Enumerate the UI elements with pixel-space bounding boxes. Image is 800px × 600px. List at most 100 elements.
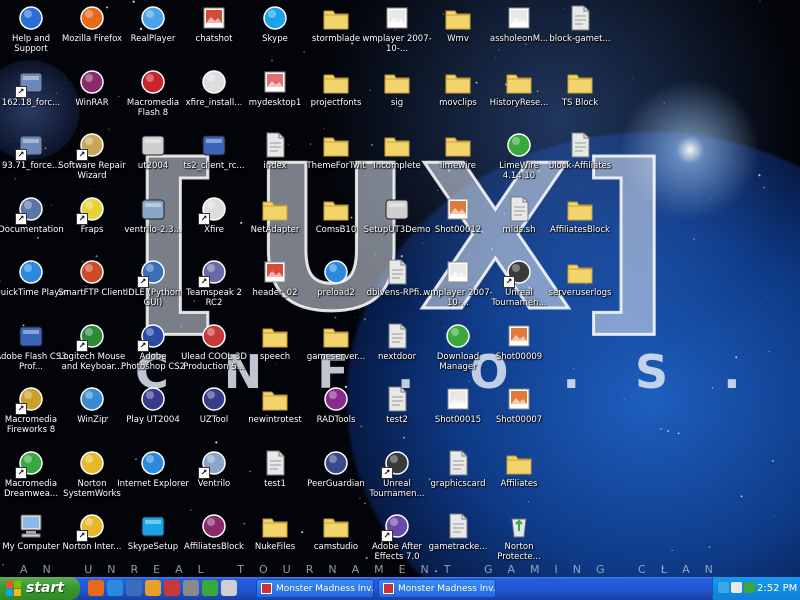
desktop-icon[interactable]: Affiliates [482,447,556,509]
star [768,350,770,353]
desktop-icon[interactable]: TS Block [543,66,617,128]
desktop-icon[interactable]: Shot00009 [482,320,556,382]
star [711,387,714,389]
folder-icon [505,449,533,477]
shortcut-arrow-icon: ↗ [76,339,88,352]
fireworks-icon: ↗ [15,385,45,415]
shortcut-arrow-icon: ↗ [76,212,88,225]
shortcut-icon: ↗ [15,68,45,98]
xfire-icon [200,68,228,96]
window-app-icon [383,583,394,594]
python-icon: ↗ [137,258,167,288]
desktop-icon-label: Affiliates [500,478,538,489]
taskbar-window-button[interactable]: Monster Madness Inv... [256,579,374,598]
shortcut-arrow-icon: ↗ [198,212,210,225]
star [773,514,776,517]
realplayer-icon [139,4,167,32]
taskbar-window-label: Monster Madness Inv... [398,584,496,594]
photoshop-icon: ↗ [137,322,167,352]
smartftp-icon [78,258,106,286]
star [763,186,765,189]
clock[interactable]: 2:52 PM [757,577,797,600]
star [650,353,653,356]
taskbar-window-button[interactable]: Monster Madness Inv... [378,579,496,598]
quick-launch-ie-icon[interactable] [107,580,123,596]
document-icon [383,258,411,286]
star [623,399,625,401]
star [708,546,711,548]
desktop-icon[interactable]: serveruserlogs [543,256,617,318]
desktop-icon[interactable]: Shot00007 [482,383,556,445]
quick-launch-firefox-icon[interactable] [88,580,104,596]
teamspeak-icon: ↗ [198,258,228,288]
taskbar: start Monster Madness Inv... Monster Madn… [0,577,800,600]
desktop-icon[interactable]: Norton Protecte... [482,510,556,572]
star [660,428,662,430]
image-file-icon [444,258,472,286]
image-file-icon [505,4,533,32]
security-icon[interactable] [744,582,755,593]
text-file-icon [566,131,594,159]
folder-icon [322,68,350,96]
quick-launch-app-icon[interactable] [221,580,237,596]
folder-icon [322,512,350,540]
wizard-icon: ↗ [76,131,106,161]
ie-icon [139,449,167,477]
desktop-icon[interactable]: block-Affiliates [543,129,617,191]
desktop-icon-label: block-gamet... [549,34,611,44]
image-file-icon [505,322,533,350]
folder-icon [444,4,472,32]
text-file-icon [383,322,411,350]
folder-icon [322,195,350,223]
shortcut-arrow-icon: ↗ [15,212,27,225]
desktop-icon-label: TS Block [561,97,599,108]
folder-icon [383,131,411,159]
shortcut-arrow-icon: ↗ [15,149,27,161]
fraps-icon: ↗ [76,195,106,225]
desktop-icon-label: block-Affiliates [548,161,612,171]
my-computer-icon [17,512,45,540]
volume-icon[interactable] [731,582,742,593]
window-app-icon [261,583,272,594]
star [735,356,738,359]
quicktime-icon [17,258,45,286]
system-tray: 2:52 PM [712,577,800,600]
folder-icon [566,68,594,96]
star [767,296,768,298]
star [641,237,643,239]
windows-logo-icon [6,581,21,596]
star [714,327,716,329]
shortcut-arrow-icon: ↗ [137,339,149,352]
installer-icon [139,512,167,540]
desktop-icon[interactable]: block-gamet... [543,2,617,64]
image-file-icon [444,385,472,413]
help-icon [17,4,45,32]
desktop-icon-label: AffiliatesBlock [550,224,610,235]
quick-launch-app-icon[interactable] [183,580,199,596]
quick-launch-media-player-icon[interactable] [145,580,161,596]
start-label: start [26,580,65,596]
folder-icon [444,131,472,159]
quick-launch-show-desktop-icon[interactable] [126,580,142,596]
recycle-bin-icon [505,512,533,540]
shortcut-arrow-icon: ↗ [15,466,27,479]
radtools-icon [322,385,350,413]
skype-icon [261,4,289,32]
network-icon[interactable] [718,582,729,593]
desktop-icon[interactable]: AffiliatesBlock [543,193,617,255]
desktop-icon-label: Shot00007 [495,415,543,425]
star [771,459,774,463]
shortcut-arrow-icon: ↗ [198,276,210,288]
documentation-icon: ↗ [15,195,45,225]
unreal-icon [139,385,167,413]
flash-icon [139,68,167,96]
norton-icon [78,449,106,477]
folder-icon [444,68,472,96]
quick-launch-app-icon[interactable] [202,580,218,596]
desktop[interactable]: [ UX ] CNF.O.S. AN UNREAL TOURNAMENT GAM… [0,0,800,577]
desktop-icon-label: Norton Protecte... [497,542,541,562]
star [693,238,695,240]
start-button[interactable]: start [0,577,80,600]
quick-launch-app-icon[interactable] [164,580,180,596]
download-icon [444,322,472,350]
